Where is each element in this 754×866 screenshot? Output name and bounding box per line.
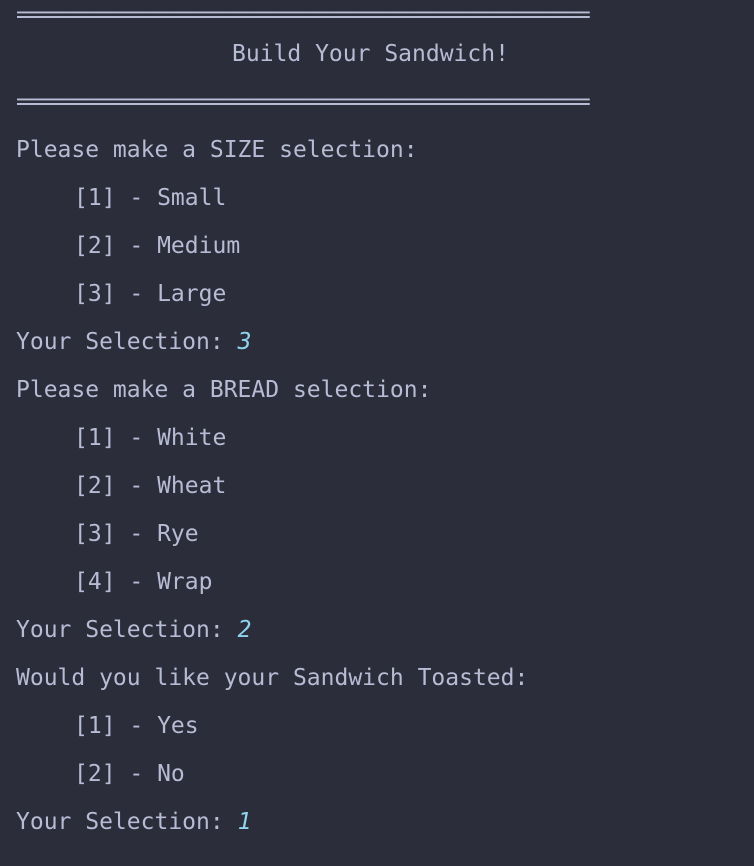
size-option-large: [3] - Large — [74, 281, 227, 307]
bread-option-wheat: [2] - Wheat — [74, 473, 227, 499]
app-title: Build Your Sandwich! — [232, 41, 509, 67]
console-output: ========================================… — [16, 0, 746, 846]
bread-prompt: Please make a BREAD selection: — [16, 377, 432, 403]
size-selection-label: Your Selection: — [16, 329, 238, 355]
top-separator: ========================================… — [16, 2, 591, 28]
toast-selection-line: Your Selection: 1 — [16, 798, 746, 846]
toast-option-yes: [1] - Yes — [74, 713, 199, 739]
bread-selection-input[interactable]: 2 — [238, 617, 252, 643]
size-selection-input[interactable]: 3 — [238, 329, 252, 355]
title-separator: ========================================… — [16, 89, 591, 115]
bread-option-white: [1] - White — [74, 425, 227, 451]
bread-selection-line: Your Selection: 2 — [16, 606, 746, 654]
bread-option-wrap: [4] - Wrap — [74, 569, 213, 595]
toast-prompt: Would you like your Sandwich Toasted: — [16, 665, 529, 691]
toast-option-no: [2] - No — [74, 761, 185, 787]
bread-option-rye: [3] - Rye — [74, 521, 199, 547]
size-option-medium: [2] - Medium — [74, 233, 241, 259]
bread-selection-label: Your Selection: — [16, 617, 238, 643]
size-option-small: [1] - Small — [74, 185, 227, 211]
size-selection-line: Your Selection: 3 — [16, 318, 746, 366]
size-prompt: Please make a SIZE selection: — [16, 137, 418, 163]
toast-selection-input[interactable]: 1 — [238, 809, 252, 835]
toast-selection-label: Your Selection: — [16, 809, 238, 835]
